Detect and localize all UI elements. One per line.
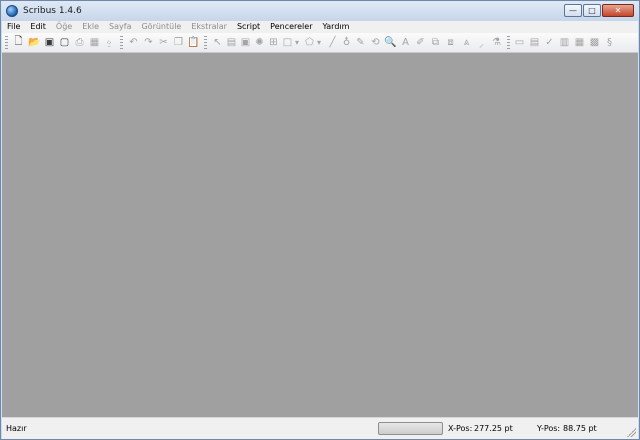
undo-icon[interactable]: ↶ [126, 35, 141, 50]
copy-icon[interactable]: ❐ [171, 35, 186, 50]
pdf-push-button-icon[interactable]: ▭ [512, 35, 527, 50]
open-folder-icon[interactable]: 📂 [27, 35, 42, 50]
measure-icon[interactable]: ⩓ [459, 35, 474, 50]
menu-page[interactable]: Sayfa [104, 21, 136, 33]
paste-icon[interactable]: 📋 [186, 35, 201, 50]
pdf-text-field-icon[interactable]: ▤ [527, 35, 542, 50]
progress-bar [378, 422, 443, 435]
menu-edit[interactable]: Edit [25, 21, 51, 33]
redo-icon[interactable]: ↷ [141, 35, 156, 50]
menu-extras[interactable]: Ekstralar [186, 21, 232, 33]
shape-dropdown-icon[interactable]: ▾ [293, 35, 301, 50]
app-window: Scribus 1.4.6 — □ ✕ File Edit Öğe Ekle S… [0, 0, 640, 440]
menu-bar: File Edit Öğe Ekle Sayfa Görüntüle Ekstr… [2, 21, 638, 33]
select-pointer-icon[interactable]: ↖ [210, 35, 225, 50]
edit-contents-icon[interactable]: A [398, 35, 413, 50]
rotate-icon[interactable]: ⟲ [368, 35, 383, 50]
edit-text-icon[interactable]: ✐ [413, 35, 428, 50]
unlink-frames-icon[interactable]: ⧈ [443, 35, 458, 50]
preflight-check-icon[interactable]: ▦ [87, 35, 102, 50]
toolbar-grip[interactable] [204, 36, 207, 49]
title-bar[interactable]: Scribus 1.4.6 — □ ✕ [1, 1, 639, 21]
copy-properties-icon[interactable]: ⸝ [474, 35, 489, 50]
status-message: Hazır [6, 424, 27, 433]
export-pdf-icon[interactable]: ⍚ [102, 35, 117, 50]
window-controls: — □ ✕ [563, 4, 634, 17]
save-icon[interactable]: ▣ [42, 35, 57, 50]
text-annotation-icon[interactable]: ▩ [587, 35, 602, 50]
print-icon[interactable]: ⎙ [72, 35, 87, 50]
menu-help[interactable]: Yardım [317, 21, 354, 33]
text-frame-icon[interactable]: ▤ [224, 35, 239, 50]
polygon-dropdown-icon[interactable]: ▾ [315, 35, 323, 50]
toolbar-grip[interactable] [120, 36, 123, 49]
resize-grip-icon[interactable] [626, 427, 636, 437]
main-toolbar: 🗋 📂 ▣ ▢ ⎙ ▦ ⍚ ↶ ↷ ✂ ❐ 📋 ↖ ▤ ▣ ✺ ⊞ □ ▾ ⬠ … [2, 33, 638, 53]
scribus-logo-icon[interactable] [6, 5, 18, 17]
minimize-button[interactable]: — [564, 4, 582, 17]
y-position-label: Y-Pos: [537, 424, 561, 433]
menu-file[interactable]: File [2, 21, 25, 33]
eyedropper-icon[interactable]: ⚗ [489, 35, 504, 50]
table-icon[interactable]: ⊞ [266, 35, 281, 50]
menu-script[interactable]: Script [232, 21, 265, 33]
freehand-icon[interactable]: ✎ [353, 35, 368, 50]
x-position-value: 277.25 pt [474, 424, 513, 433]
toolbar-grip[interactable] [5, 36, 8, 49]
menu-item[interactable]: Öğe [51, 21, 77, 33]
line-icon[interactable]: ╱ [325, 35, 340, 50]
workspace-area[interactable] [2, 53, 638, 417]
cut-icon[interactable]: ✂ [156, 35, 171, 50]
image-frame-icon[interactable]: ▣ [238, 35, 253, 50]
close-document-icon[interactable]: ▢ [57, 35, 72, 50]
bezier-icon[interactable]: ♁ [339, 35, 354, 50]
pdf-list-box-icon[interactable]: ▦ [572, 35, 587, 50]
x-position-label: X-Pos: [448, 424, 473, 433]
y-position-value: 88.75 pt [563, 424, 597, 433]
menu-view[interactable]: Görüntüle [136, 21, 186, 33]
close-button[interactable]: ✕ [602, 4, 634, 17]
render-frame-icon[interactable]: ✺ [252, 35, 267, 50]
zoom-icon[interactable]: 🔍 [383, 35, 398, 50]
status-bar: Hazır X-Pos: 277.25 pt Y-Pos: 88.75 pt [2, 417, 638, 439]
toolbar-grip[interactable] [507, 36, 510, 49]
menu-insert[interactable]: Ekle [77, 21, 104, 33]
maximize-button[interactable]: □ [583, 4, 601, 17]
link-annotation-icon[interactable]: § [602, 35, 617, 50]
menu-windows[interactable]: Pencereler [265, 21, 317, 33]
pdf-combo-box-icon[interactable]: ▥ [557, 35, 572, 50]
new-document-icon[interactable]: 🗋 [11, 35, 26, 50]
window-title: Scribus 1.4.6 [23, 6, 82, 16]
link-frames-icon[interactable]: ⧉ [428, 35, 443, 50]
pdf-checkbox-icon[interactable]: ✓ [542, 35, 557, 50]
